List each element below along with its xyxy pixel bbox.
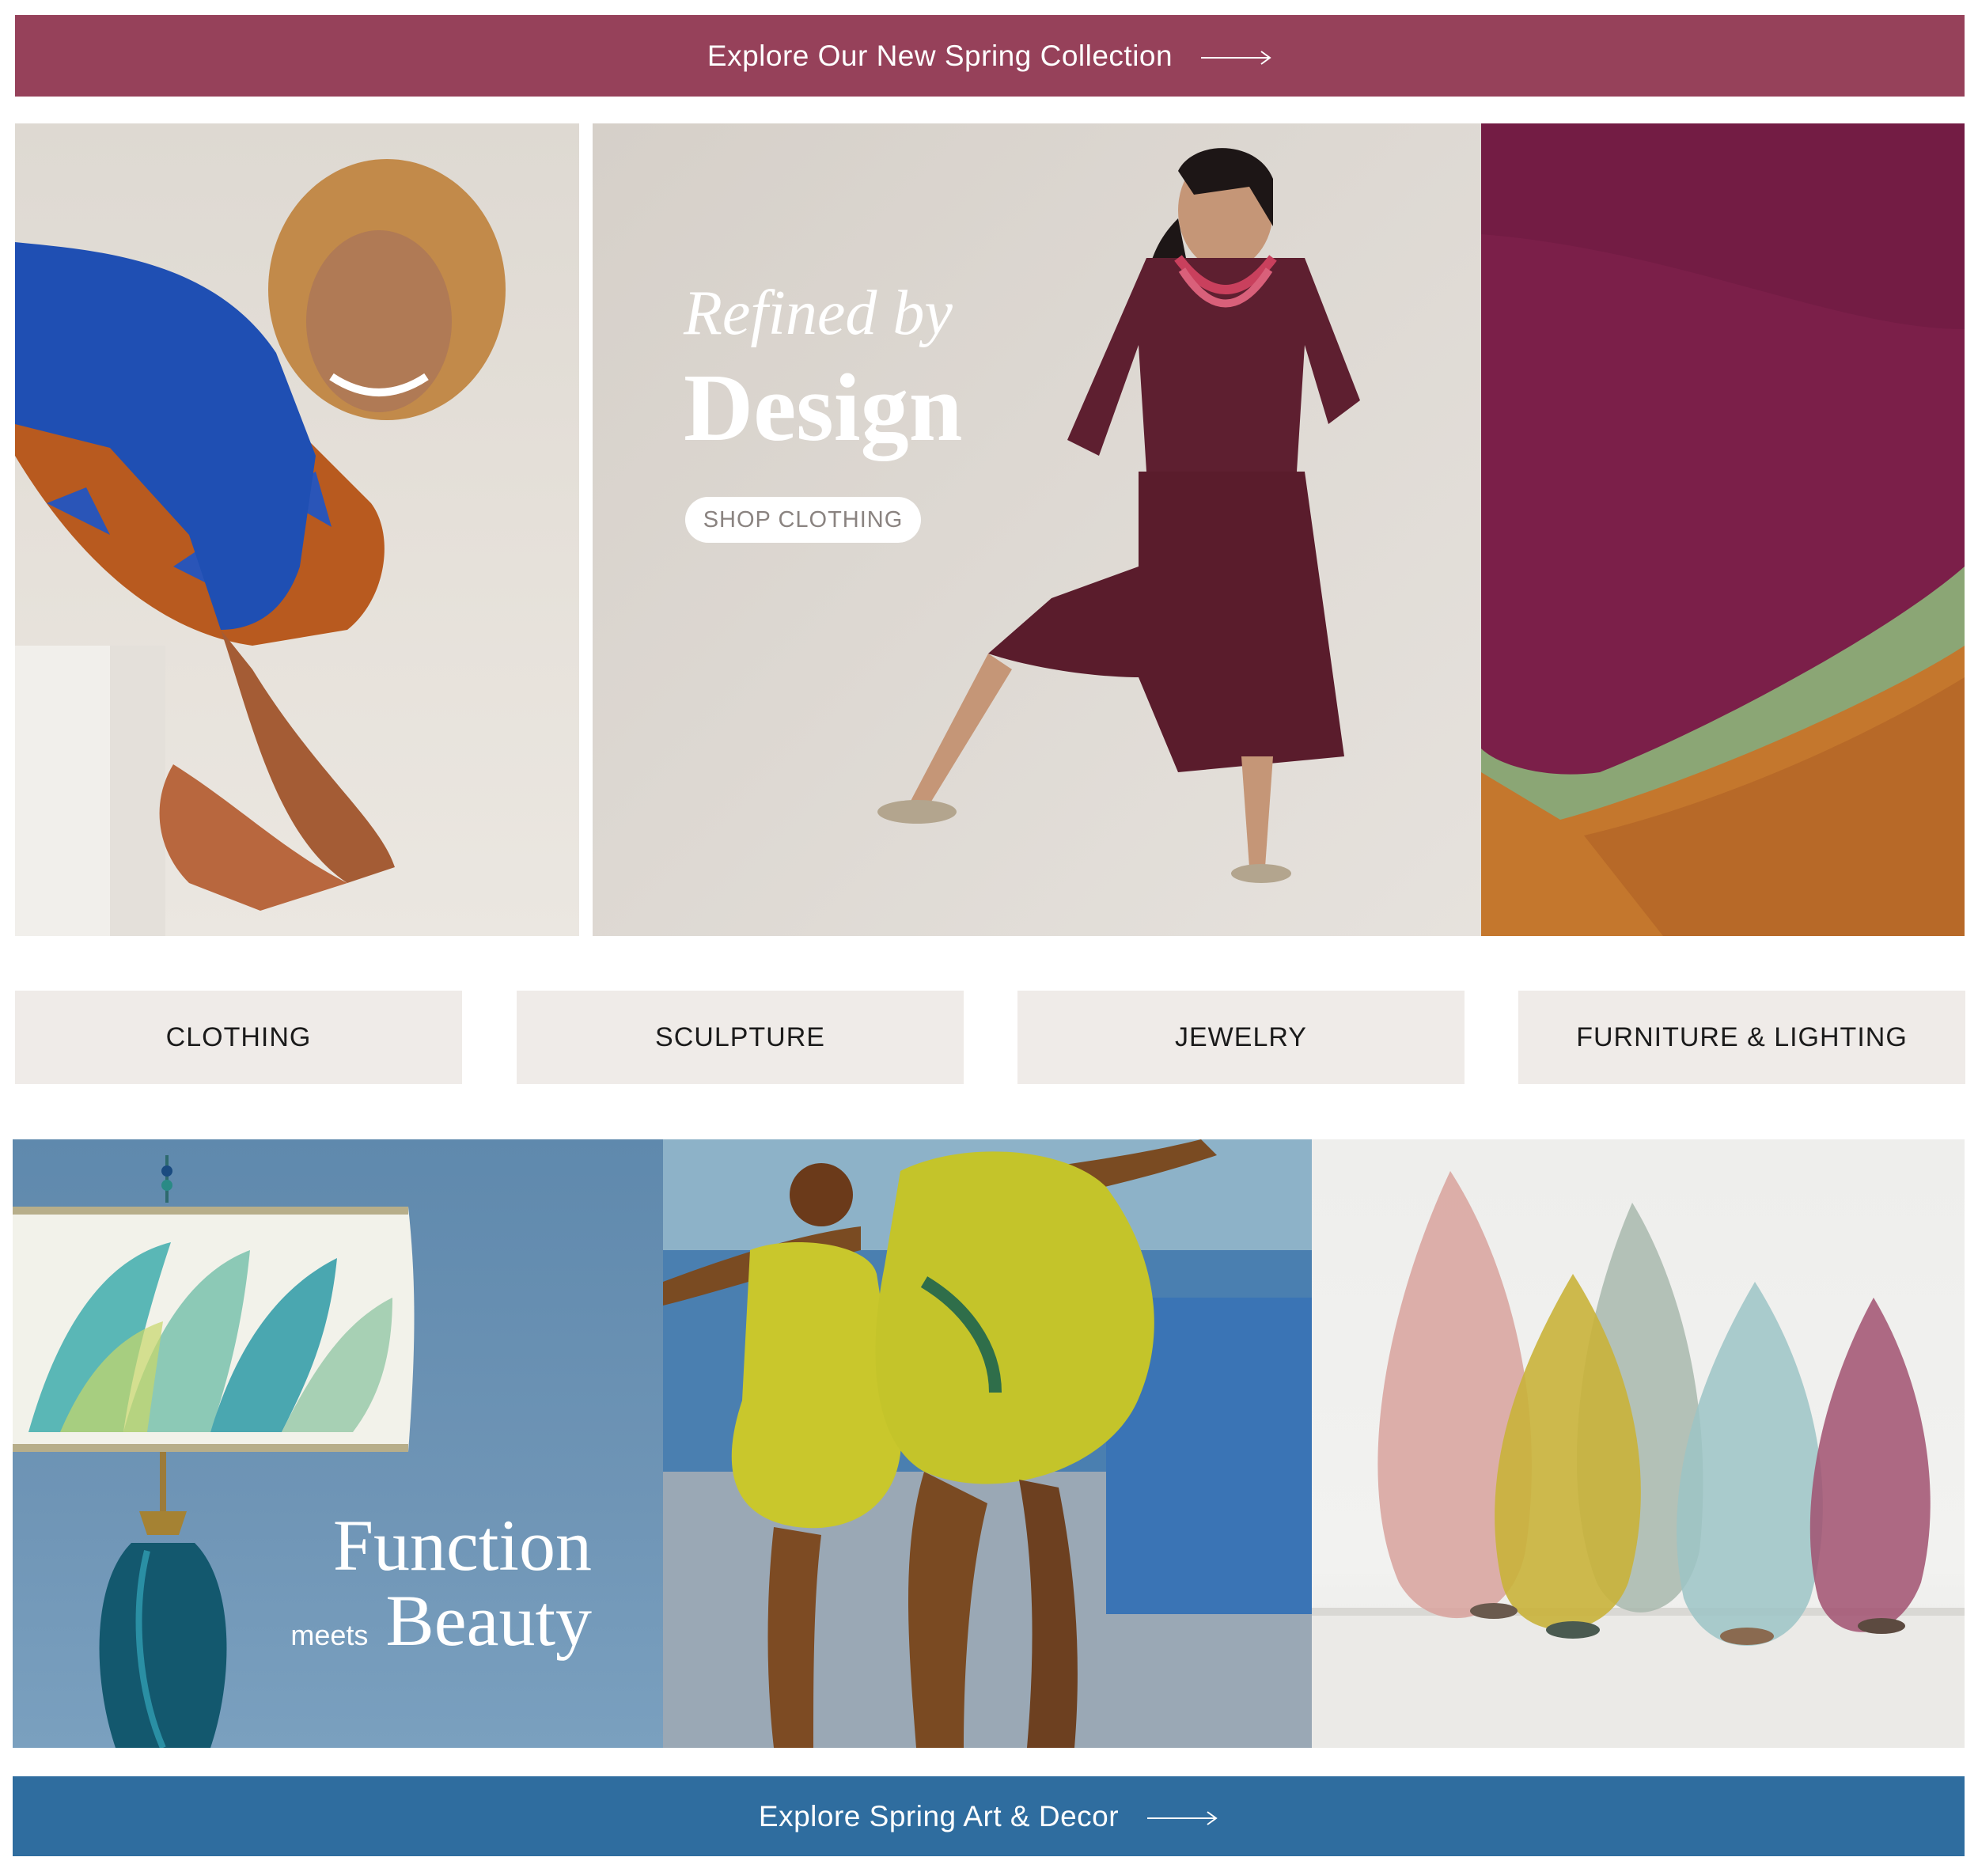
banner-label: Explore Spring Art & Decor [758,1799,1120,1832]
arrow-right-icon [1147,1800,1218,1833]
arrow-right-icon [1201,40,1272,73]
decor-subtitle-line: meets Beauty [290,1578,592,1662]
decor-subtitle: Beauty [385,1580,592,1661]
hero-refined-by-design[interactable]: Refined by Design SHOP CLOTHING [593,123,1481,936]
category-sculpture-button[interactable]: SCULPTURE [517,991,964,1084]
hero-photo-fabric-swatches[interactable] [1481,123,1965,936]
decor-photo-glass-vases[interactable] [1312,1139,1965,1748]
hero-title: Design [684,354,963,461]
banner-label: Explore Our New Spring Collection [707,39,1173,72]
hero-script-heading: Refined by [684,279,953,348]
decor-meets-word: meets [290,1619,369,1651]
decor-photo-lamp[interactable]: Function meets Beauty [13,1139,663,1748]
decor-title: Function [332,1505,592,1586]
category-jewelry-button[interactable]: JEWELRY [1017,991,1465,1084]
hero-photo-blue-sweater[interactable] [15,123,579,936]
category-clothing-button[interactable]: CLOTHING [15,991,462,1084]
shop-clothing-button[interactable]: SHOP CLOTHING [685,497,921,543]
category-furniture-lighting-button[interactable]: FURNITURE & LIGHTING [1518,991,1965,1084]
decor-photo-painting[interactable] [663,1139,1312,1748]
spring-collection-banner[interactable]: Explore Our New Spring Collection [15,15,1965,97]
spring-art-decor-banner[interactable]: Explore Spring Art & Decor [13,1776,1965,1856]
